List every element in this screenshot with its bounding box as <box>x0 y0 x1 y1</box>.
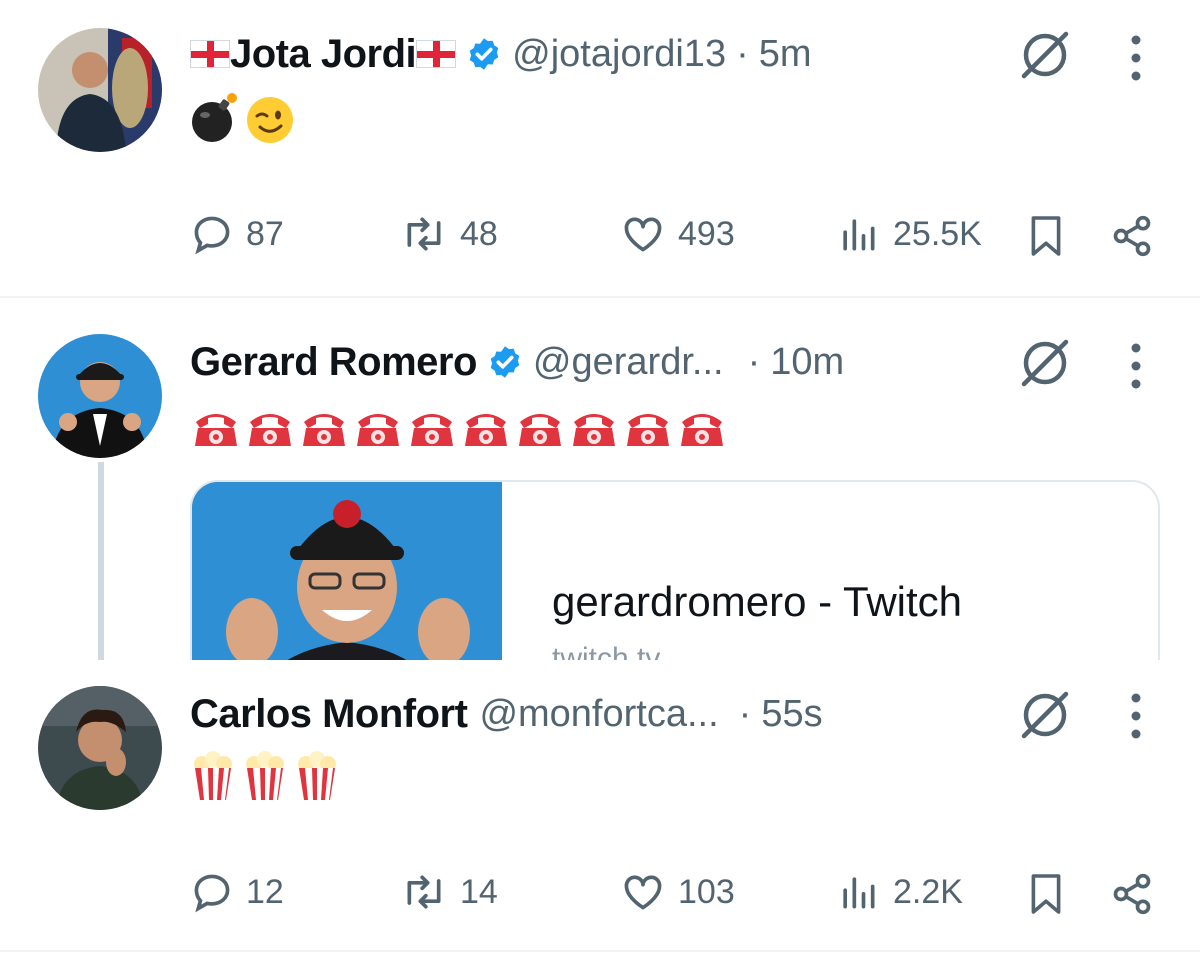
views-count: 2.2K <box>893 872 963 911</box>
card-title: gerardromero - Twitch <box>552 578 963 625</box>
telephone-emoji-icon <box>195 414 237 446</box>
verified-badge-icon <box>469 38 499 70</box>
author-name[interactable]: Carlos Monfort <box>190 692 468 737</box>
tweet-content <box>190 750 340 802</box>
more-icon[interactable] <box>1129 342 1143 390</box>
reply-button[interactable]: 87 <box>190 212 284 256</box>
like-count: 493 <box>678 214 735 253</box>
grok-icon[interactable] <box>1016 26 1074 84</box>
thread-line <box>98 462 104 662</box>
retweet-icon <box>407 875 441 909</box>
telephone-emoji-icon <box>573 414 615 446</box>
telephone-emoji-icon <box>303 414 345 446</box>
england-flag-icon <box>190 40 230 68</box>
retweet-count: 14 <box>460 872 498 911</box>
retweet-count: 48 <box>460 214 498 253</box>
tweet-content <box>190 92 296 144</box>
views-icon <box>843 877 875 909</box>
telephone-emoji-icon <box>357 414 399 446</box>
more-icon[interactable] <box>1129 34 1143 82</box>
timestamp[interactable]: 10m <box>770 341 844 384</box>
tweet-header: Gerard Romero @gerardr... · 10m <box>190 332 844 392</box>
bomb-emoji-icon <box>192 93 237 142</box>
retweet-button[interactable]: 14 <box>400 870 498 914</box>
winking-face-emoji-icon <box>247 97 293 143</box>
grok-icon[interactable] <box>1016 334 1074 392</box>
tweet-3[interactable]: Carlos Monfort @monfortca... · 55s 12 14 <box>0 660 1200 950</box>
share-icon[interactable] <box>1110 214 1154 258</box>
retweet-button[interactable]: 48 <box>400 212 498 256</box>
avatar-gerard-romero[interactable] <box>38 334 162 458</box>
grok-icon[interactable] <box>1016 686 1074 744</box>
author-name[interactable]: Gerard Romero <box>190 340 477 385</box>
avatar-jota-jordi[interactable] <box>38 28 162 152</box>
popcorn-emoji-icon <box>246 751 284 800</box>
bookmark-icon[interactable] <box>1028 872 1064 916</box>
author-name[interactable]: Jota Jordi <box>230 32 417 77</box>
author-handle[interactable]: @jotajordi13 <box>512 33 726 76</box>
like-icon <box>624 217 662 252</box>
tweet-header: Carlos Monfort @monfortca... · 55s <box>190 684 823 744</box>
telephone-emoji-icon <box>411 414 453 446</box>
like-count: 103 <box>678 872 735 911</box>
author-handle[interactable]: @monfortca... <box>479 693 718 736</box>
reply-count: 12 <box>246 872 284 911</box>
reply-count: 87 <box>246 214 284 253</box>
timestamp[interactable]: 55s <box>761 693 822 736</box>
share-icon[interactable] <box>1110 872 1154 916</box>
like-button[interactable]: 493 <box>620 212 735 256</box>
reply-button[interactable]: 12 <box>190 870 284 914</box>
tweet-actions: 87 48 493 25.5K <box>190 212 1170 262</box>
england-flag-icon <box>416 40 457 68</box>
more-icon[interactable] <box>1129 692 1143 740</box>
reply-icon <box>194 874 230 913</box>
reply-icon <box>194 216 230 255</box>
tweet-divider <box>0 950 1200 952</box>
popcorn-emoji-icon <box>194 751 232 800</box>
telephone-emoji-icon <box>465 414 507 446</box>
retweet-icon <box>407 217 441 251</box>
tweet-header: Jota Jordi @jotajordi13 · 5m <box>190 24 812 84</box>
timestamp[interactable]: 5m <box>759 33 812 76</box>
views-count: 25.5K <box>893 214 982 253</box>
tweet-content <box>190 398 728 450</box>
views-icon <box>843 219 875 251</box>
like-button[interactable]: 103 <box>620 870 735 914</box>
separator-dot: · <box>738 692 752 735</box>
author-handle[interactable]: @gerardr... <box>533 341 724 384</box>
tweet-actions: 12 14 103 2.2K <box>190 870 1170 920</box>
popcorn-emoji-icon <box>298 751 336 800</box>
views-button[interactable]: 2.2K <box>835 870 963 914</box>
telephone-emoji-icon <box>681 414 723 446</box>
separator-dot: · <box>736 32 749 75</box>
views-button[interactable]: 25.5K <box>835 212 982 256</box>
verified-badge-icon <box>490 346 520 378</box>
telephone-emoji-icon <box>519 414 561 446</box>
avatar-carlos-monfort[interactable] <box>38 686 162 810</box>
telephone-emoji-icon <box>627 414 669 446</box>
like-icon <box>624 875 662 910</box>
bookmark-icon[interactable] <box>1028 214 1064 258</box>
tweet-1[interactable]: Jota Jordi @jotajordi13 · 5m 87 48 493 2… <box>0 0 1200 296</box>
separator-dot: · <box>747 340 761 383</box>
telephone-emoji-icon <box>249 414 291 446</box>
